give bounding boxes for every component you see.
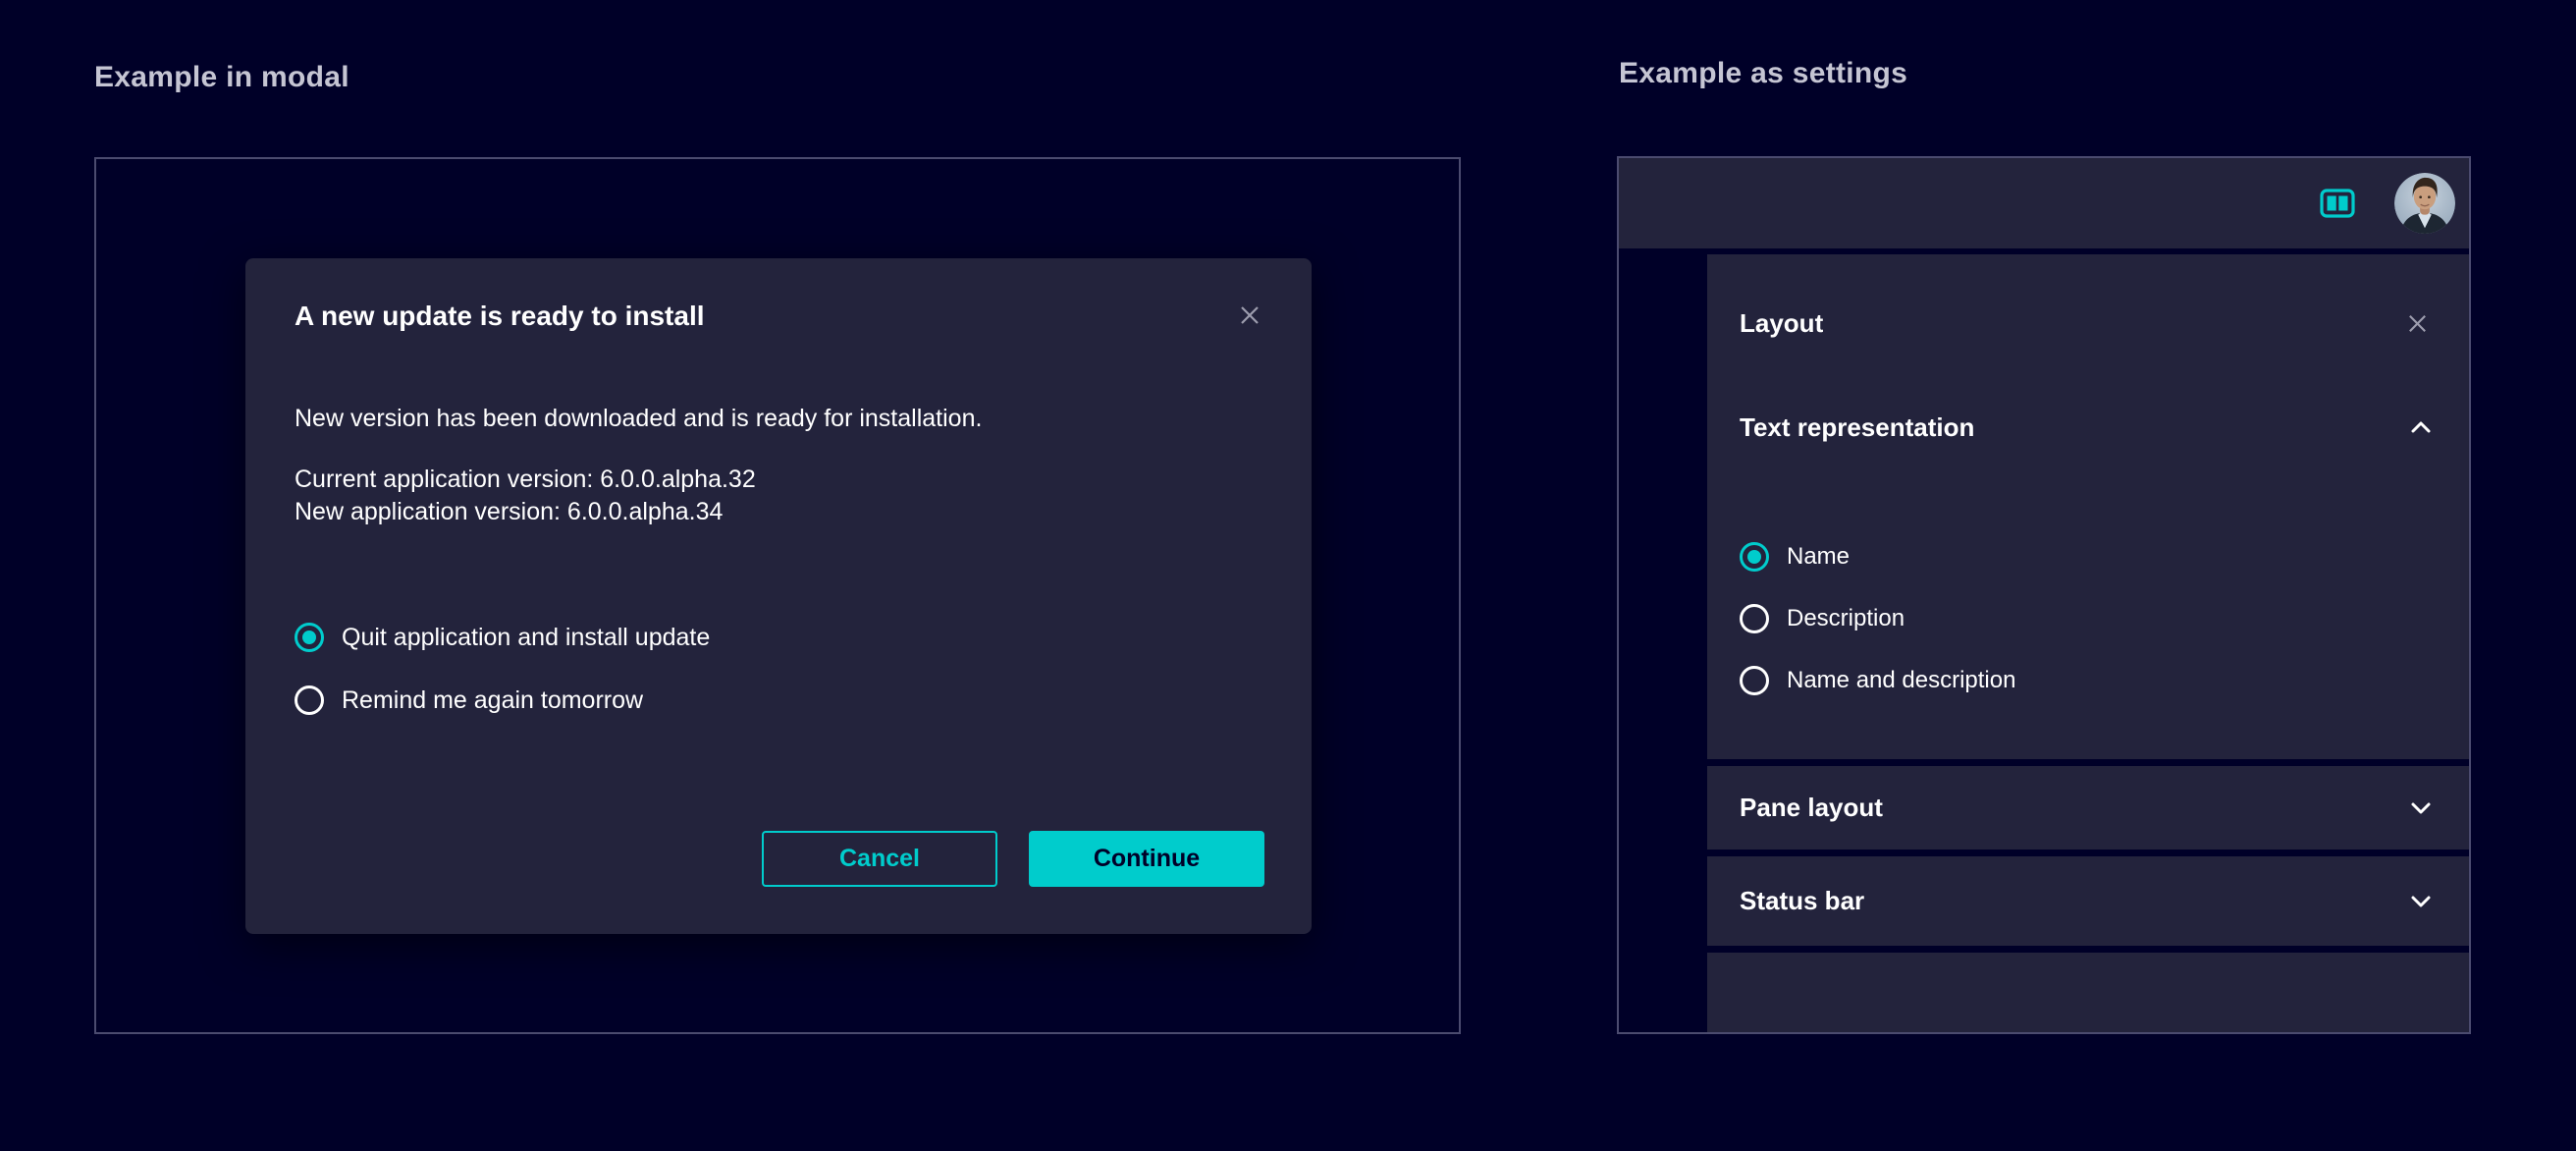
radio-unselected-icon [1740, 666, 1769, 695]
close-icon [1237, 302, 1262, 328]
accordion-label: Text representation [1740, 412, 1974, 443]
continue-button[interactable]: Continue [1029, 831, 1264, 887]
accordion-status-bar[interactable]: Status bar [1707, 856, 2469, 946]
radio-unselected-icon [295, 685, 324, 715]
settings-example-heading: Example as settings [1619, 57, 1907, 90]
close-icon [2405, 311, 2430, 336]
update-dialog: A new update is ready to install New ver… [245, 258, 1312, 934]
radio-label: Remind me again tomorrow [342, 686, 643, 715]
version-info: Current application version: 6.0.0.alpha… [295, 464, 1264, 528]
panel-close-button[interactable] [2402, 309, 2432, 339]
split-pane-icon [2320, 189, 2355, 218]
settings-example-frame: Layout Text representation [1617, 156, 2471, 1034]
settings-body: Layout Text representation [1619, 254, 2469, 1032]
dialog-title: A new update is ready to install [295, 300, 705, 333]
radio-label: Name [1787, 543, 1850, 571]
panel-title-row: Layout [1740, 308, 2432, 338]
radio-option-name[interactable]: Name [1740, 542, 2015, 572]
radio-option-quit-install[interactable]: Quit application and install update [295, 623, 1264, 652]
split-pane-button[interactable] [2320, 189, 2355, 218]
chevron-down-icon [2410, 895, 2432, 908]
modal-example-heading: Example in modal [94, 61, 349, 94]
new-version-text: New application version: 6.0.0.alpha.34 [295, 496, 1264, 528]
layout-settings-main-section: Layout Text representation [1707, 254, 2469, 759]
radio-label: Name and description [1787, 667, 2015, 694]
radio-unselected-icon [1740, 604, 1769, 633]
dialog-footer: Cancel Continue [762, 831, 1264, 887]
chevron-up-icon [2410, 420, 2432, 434]
radio-selected-icon [295, 623, 324, 652]
radio-label: Description [1787, 605, 1905, 632]
radio-option-name-and-description[interactable]: Name and description [1740, 666, 2015, 695]
accordion-text-representation[interactable]: Text representation [1740, 412, 2432, 442]
accordion-pane-layout[interactable]: Pane layout [1707, 766, 2469, 850]
user-avatar[interactable] [2394, 173, 2455, 234]
radio-label: Quit application and install update [342, 624, 710, 652]
radio-selected-icon [1740, 542, 1769, 572]
settings-topbar [1619, 158, 2469, 251]
settings-nav-strip [1619, 254, 1707, 1032]
modal-example-frame: A new update is ready to install New ver… [94, 157, 1461, 1034]
dialog-description: New version has been downloaded and is r… [295, 402, 1264, 435]
accordion-label: Pane layout [1740, 793, 1883, 823]
panel-footer-spacer [1707, 953, 2469, 1032]
update-options-radio-group: Quit application and install update Remi… [295, 623, 1264, 715]
layout-settings-panel: Layout Text representation [1707, 254, 2469, 1032]
chevron-down-icon [2410, 801, 2432, 815]
radio-option-remind-tomorrow[interactable]: Remind me again tomorrow [295, 685, 1264, 715]
accordion-label: Status bar [1740, 886, 1864, 916]
panel-title: Layout [1740, 308, 1823, 339]
cancel-button[interactable]: Cancel [762, 831, 997, 887]
text-representation-radio-group: Name Description Name and description [1740, 542, 2015, 695]
current-version-text: Current application version: 6.0.0.alpha… [295, 464, 1264, 496]
dialog-header: A new update is ready to install [295, 300, 1264, 333]
dialog-close-button[interactable] [1235, 301, 1264, 330]
radio-option-description[interactable]: Description [1740, 604, 2015, 633]
